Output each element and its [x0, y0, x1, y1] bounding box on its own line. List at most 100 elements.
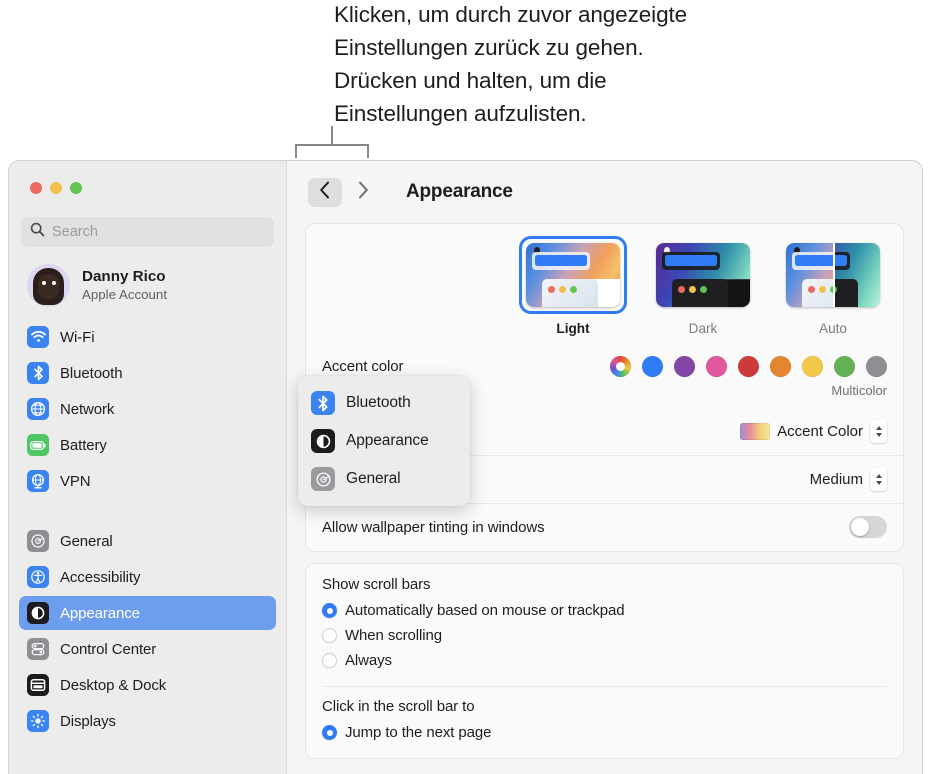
accent-swatch-purple[interactable] [674, 356, 695, 377]
forward-button[interactable] [346, 178, 380, 207]
back-button[interactable] [308, 177, 342, 207]
appearance-icon [311, 429, 335, 453]
accent-swatch-red[interactable] [738, 356, 759, 377]
account-subtitle: Apple Account [82, 286, 168, 302]
sidebar-group-connectivity: Wi-Fi Bluetooth Network Battery VPN [19, 320, 276, 498]
highlight-color-popup-button[interactable] [870, 419, 887, 443]
desktop-dock-icon [27, 674, 49, 696]
wallpaper-tinting-toggle[interactable] [849, 516, 887, 538]
sidebar-item-bluetooth[interactable]: Bluetooth [19, 356, 276, 390]
search-field[interactable]: Search [21, 217, 274, 247]
callout-bracket-bar [295, 144, 369, 146]
appearance-option-label: Light [556, 321, 590, 336]
accent-swatch-multicolor[interactable] [610, 356, 631, 377]
scroll-bar-click-title: Click in the scroll bar to [322, 698, 475, 715]
appearance-option-light[interactable]: Light [519, 236, 627, 336]
sidebar-item-appearance[interactable]: Appearance [19, 596, 276, 630]
account-name: Danny Rico [82, 267, 166, 285]
sidebar-item-accessibility[interactable]: Accessibility [19, 560, 276, 594]
radio-label: Automatically based on mouse or trackpad [345, 602, 625, 619]
callout-line-1: Klicken, um durch zuvor angezeigte [334, 2, 688, 27]
chevron-right-icon [357, 181, 369, 204]
accent-swatch-blue[interactable] [642, 356, 663, 377]
sidebar-item-label: Control Center [60, 640, 157, 658]
page-title: Appearance [406, 181, 513, 202]
window-controls [19, 161, 276, 194]
radio-label: Always [345, 652, 392, 669]
history-menu-item-appearance[interactable]: Appearance [298, 422, 470, 460]
scroll-bars-option-when-scrolling[interactable]: When scrolling [322, 623, 887, 648]
callout-line-3: Drücken und halten, um die [334, 68, 607, 93]
sidebar-item-label: Appearance [60, 604, 140, 622]
chevron-up-icon [875, 425, 882, 430]
sidebar-item-label: Wi-Fi [60, 328, 95, 346]
history-menu-item-label: Appearance [346, 432, 429, 449]
history-menu-item-label: General [346, 470, 401, 487]
callout-annotation: Klicken, um durch zuvor angezeigte Einst… [334, 0, 914, 130]
minimize-button[interactable] [50, 182, 62, 194]
gear-icon [311, 467, 335, 491]
account-row[interactable]: Danny Rico Apple Account [19, 247, 276, 309]
radio-label: When scrolling [345, 627, 442, 644]
search-icon [30, 222, 45, 242]
history-menu-item-bluetooth[interactable]: Bluetooth [298, 384, 470, 422]
sidebar-item-battery[interactable]: Battery [19, 428, 276, 462]
accent-gradient-swatch [740, 422, 771, 440]
zoom-button[interactable] [70, 182, 82, 194]
sidebar-icon-size-popup-button[interactable] [870, 467, 887, 491]
accent-swatch-graphite[interactable] [866, 356, 887, 377]
sidebar: Search Danny Rico Apple Account Wi-Fi Bl… [9, 161, 286, 774]
scroll-bars-option-always[interactable]: Always [322, 648, 887, 673]
appearance-option-auto[interactable]: Auto [779, 236, 887, 336]
radio-button [322, 628, 337, 643]
sidebar-item-network[interactable]: Network [19, 392, 276, 426]
bluetooth-icon [311, 391, 335, 415]
wallpaper-tinting-row: Allow wallpaper tinting in windows [306, 503, 903, 551]
accent-swatch-orange[interactable] [770, 356, 791, 377]
accent-swatch-yellow[interactable] [802, 356, 823, 377]
light-theme-thumbnail [526, 243, 620, 307]
sidebar-item-label: Accessibility [60, 568, 141, 586]
system-settings-window: Search Danny Rico Apple Account Wi-Fi Bl… [8, 160, 923, 774]
history-menu-item-label: Bluetooth [346, 394, 411, 411]
appearance-option-dark[interactable]: Dark [649, 236, 757, 336]
globe-icon [27, 398, 49, 420]
accent-swatch-green[interactable] [834, 356, 855, 377]
radio-button [322, 653, 337, 668]
chevron-down-icon [875, 480, 882, 485]
toggle-knob [851, 518, 869, 536]
sidebar-item-label: Displays [60, 712, 116, 730]
selection-ring [519, 236, 627, 314]
show-scroll-bars-title: Show scroll bars [322, 576, 431, 593]
sidebar-icon-size-value: Medium [809, 470, 863, 488]
scroll-click-option-jump-next-page[interactable]: Jump to the next page [322, 720, 887, 745]
control-center-icon [27, 638, 49, 660]
dark-theme-thumbnail [656, 243, 750, 307]
accessibility-icon [27, 566, 49, 588]
appearance-icon [27, 602, 49, 624]
vpn-globe-icon [27, 470, 49, 492]
sidebar-item-label: VPN [60, 472, 91, 490]
sidebar-item-displays[interactable]: Displays [19, 704, 276, 738]
sidebar-item-general[interactable]: General [19, 524, 276, 558]
sidebar-item-desktop-dock[interactable]: Desktop & Dock [19, 668, 276, 702]
history-menu-item-general[interactable]: General [298, 460, 470, 498]
sidebar-item-label: Desktop & Dock [60, 676, 167, 694]
chevron-up-icon [875, 473, 882, 478]
sidebar-group-system: General Accessibility Appearance Control… [19, 524, 276, 738]
accent-color-label: Accent color [322, 358, 404, 375]
sidebar-item-control-center[interactable]: Control Center [19, 632, 276, 666]
accent-swatch-pink[interactable] [706, 356, 727, 377]
show-scroll-bars-section: Show scroll bars Automatically based on … [306, 564, 903, 686]
chevron-down-icon [875, 432, 882, 437]
appearance-mode-row: Light Dark Auto [306, 224, 903, 346]
sidebar-item-vpn[interactable]: VPN [19, 464, 276, 498]
scroll-bar-click-section: Click in the scroll bar to Jump to the n… [306, 686, 903, 758]
scroll-bars-option-automatic[interactable]: Automatically based on mouse or trackpad [322, 598, 887, 623]
chevron-left-icon [319, 181, 331, 204]
auto-theme-thumbnail [786, 243, 880, 307]
callout-leader-stem [331, 126, 333, 146]
sidebar-item-wifi[interactable]: Wi-Fi [19, 320, 276, 354]
close-button[interactable] [30, 182, 42, 194]
battery-icon [27, 434, 49, 456]
